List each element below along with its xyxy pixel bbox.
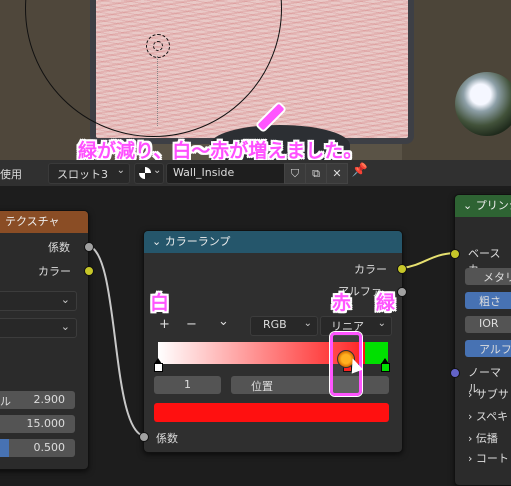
ramp-factor-input-socket[interactable] [139, 432, 149, 442]
chevron-down-icon: ⌄ [153, 165, 162, 176]
texture-node-title: テクスチャ [5, 215, 60, 228]
texture-field-1[interactable]: ル 2.900 [0, 391, 75, 409]
specular-label: スペキ [475, 410, 509, 423]
subsurface-label: サブサ [475, 388, 509, 401]
specular-panel[interactable]: › スペキ [468, 408, 508, 424]
coat-panel[interactable]: › コート [468, 450, 509, 466]
ramp-color-output-socket[interactable] [397, 264, 407, 274]
collapse-chevron-icon[interactable]: ⌄ [152, 235, 165, 248]
coat-label: コート [475, 452, 509, 465]
position-label: 位置 [251, 380, 273, 393]
color-ramp-title: カラーランプ [164, 235, 231, 248]
ramp-factor-input-label: 係数 [156, 432, 178, 445]
add-stop-button[interactable]: + [159, 317, 170, 332]
duplicate-material-icon[interactable]: ⧉ [305, 163, 327, 184]
pin-icon[interactable]: 📌 [350, 163, 370, 182]
subsurface-panel[interactable]: › サブサ [468, 386, 509, 402]
metallic-label: メタリ [483, 271, 511, 284]
browse-material-button[interactable]: ⌄ [134, 163, 164, 184]
color-mode-value: RGB [263, 318, 287, 331]
texture-field-1-value: 2.900 [33, 393, 66, 406]
chevron-down-icon: ⌄ [116, 165, 125, 176]
texture-node-header[interactable]: テクスチャ [0, 211, 88, 233]
hdri-preview-sphere [455, 72, 511, 136]
chevron-down-icon: ⌄ [60, 320, 70, 333]
slot-label: スロット3 [57, 168, 108, 181]
use-label: 使用 [0, 168, 22, 181]
chevron-down-icon: ⌄ [377, 318, 386, 329]
material-slot-select[interactable]: スロット3 ⌄ [48, 163, 130, 184]
ramp-menu-chevron-icon[interactable]: ⌄ [218, 314, 229, 329]
roughness-field[interactable]: 粗さ [465, 292, 511, 309]
ramp-alpha-output-socket[interactable] [397, 287, 407, 297]
material-name: Wall_Inside [173, 166, 235, 179]
texture-field-2-value: 15.000 [26, 417, 66, 430]
ramp-color-output-label: カラー [354, 263, 387, 276]
label-green: 緑 [376, 292, 396, 314]
ramp-stop-swatch[interactable] [154, 363, 163, 372]
label-red: 赤 [332, 292, 352, 314]
texture-field-3[interactable]: 0.500 [0, 439, 75, 457]
normal-input-socket[interactable] [450, 368, 460, 378]
bsdf-title: プリンシ [475, 199, 511, 212]
texture-factor-output-label: 係数 [48, 241, 70, 254]
material-sphere-icon [139, 167, 151, 179]
color-mode-select[interactable]: RGB ⌄ [250, 316, 318, 336]
annotation-caption: 緑が減り、白〜赤が増えました。 [78, 140, 363, 162]
label-white: 白 [150, 292, 170, 314]
fake-user-shield-icon[interactable]: ⛉ [284, 163, 306, 184]
transmission-label: 伝播 [475, 432, 498, 445]
texture-color-output-label: カラー [38, 265, 71, 278]
ior-field[interactable]: IOR [465, 316, 511, 333]
texture-field-3-value: 0.500 [33, 441, 66, 454]
texture-field-1-label: ル [0, 395, 11, 408]
texture-color-socket[interactable] [84, 266, 94, 276]
ramp-stop-swatch[interactable] [380, 363, 390, 372]
metallic-field[interactable]: メタリ [465, 268, 511, 285]
ior-label: IOR [479, 317, 499, 330]
light-gizmo-icon[interactable] [146, 34, 170, 58]
chevron-down-icon: ⌄ [60, 293, 70, 306]
stop-position-field[interactable]: 位置 [231, 376, 389, 394]
roughness-label: 粗さ [479, 295, 501, 308]
texture-factor-socket[interactable] [84, 242, 94, 252]
chevron-down-icon: ⌄ [303, 318, 312, 329]
active-stop-color-swatch[interactable] [154, 403, 389, 422]
transmission-panel[interactable]: › 伝播 [468, 430, 498, 446]
base-color-input-socket[interactable] [450, 249, 460, 259]
bsdf-header[interactable]: ⌄ プリンシ [455, 195, 511, 217]
unlink-close-icon[interactable]: ✕ [326, 163, 348, 184]
texture-dropdown-1[interactable]: ⌄ [0, 291, 77, 311]
remove-stop-button[interactable]: − [186, 317, 197, 332]
alpha-field[interactable]: アルフ [465, 340, 511, 357]
color-ramp-header[interactable]: ⌄ カラーランプ [144, 231, 402, 253]
material-name-field[interactable]: Wall_Inside [166, 163, 286, 184]
active-stop-index-field[interactable]: 1 [154, 376, 221, 394]
light-gizmo-line [157, 56, 158, 126]
alpha-label: アルフ [479, 343, 511, 356]
texture-dropdown-2[interactable]: ⌄ [0, 318, 77, 338]
collapse-chevron-icon[interactable]: ⌄ [463, 199, 476, 212]
texture-field-2[interactable]: 15.000 [0, 415, 75, 433]
